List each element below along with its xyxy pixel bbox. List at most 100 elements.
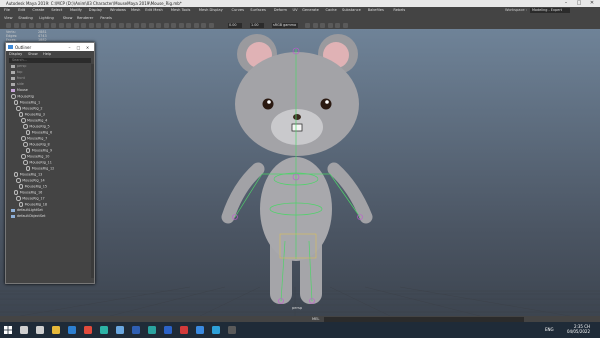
outliner-row[interactable]: MouseRig_10 bbox=[21, 154, 49, 160]
minimize-icon[interactable]: – bbox=[66, 45, 73, 50]
viewport-tool-button[interactable] bbox=[193, 22, 199, 28]
outliner-row[interactable]: side bbox=[11, 82, 24, 88]
menu-curves[interactable]: Curves bbox=[232, 8, 244, 12]
close-icon[interactable]: ✕ bbox=[84, 45, 91, 50]
viewport-tool-button[interactable] bbox=[88, 22, 94, 28]
outliner-row[interactable]: MouseRig_17 bbox=[16, 196, 45, 202]
windows-start-icon[interactable] bbox=[4, 326, 12, 334]
menu-display[interactable]: Display bbox=[9, 52, 22, 56]
outliner-row[interactable]: MouseRig_6 bbox=[25, 130, 52, 136]
viewport-tool-button[interactable] bbox=[28, 22, 34, 28]
viewport-tool-button[interactable] bbox=[73, 22, 79, 28]
panel-menu-panels[interactable]: Panels bbox=[100, 16, 112, 20]
system-clock[interactable]: 2:35 CH 04/05/2022 bbox=[567, 324, 590, 334]
menu-surfaces[interactable]: Surfaces bbox=[250, 8, 266, 12]
viewport-tool-button[interactable] bbox=[58, 22, 64, 28]
store-icon[interactable] bbox=[68, 326, 76, 334]
maximize-button[interactable]: □ bbox=[573, 0, 585, 7]
viewport-tool-button[interactable] bbox=[156, 22, 161, 28]
menu-select[interactable]: Select bbox=[51, 8, 62, 12]
chrome-icon[interactable] bbox=[84, 326, 92, 334]
outliner-row[interactable]: top bbox=[11, 70, 22, 76]
file-explorer-icon[interactable] bbox=[52, 326, 60, 334]
viewport-tool-button[interactable] bbox=[312, 22, 318, 28]
menu-uv[interactable]: UV bbox=[293, 8, 298, 12]
viewport-tool-button[interactable] bbox=[51, 22, 56, 28]
menu-create[interactable]: Create bbox=[32, 8, 44, 12]
outliner-row[interactable]: front bbox=[11, 76, 25, 82]
viewport-tool-button[interactable] bbox=[133, 22, 139, 28]
mail-icon[interactable] bbox=[116, 326, 124, 334]
panel-menu-view[interactable]: View bbox=[4, 16, 13, 20]
colorspace-dropdown[interactable]: sRGB gamma bbox=[272, 22, 298, 28]
menu-display[interactable]: Display bbox=[89, 8, 102, 12]
menu-rebels[interactable]: Rebels bbox=[393, 8, 405, 12]
viewport-tool-button[interactable] bbox=[178, 22, 184, 28]
menu-mesh-tools[interactable]: Mesh Tools bbox=[171, 8, 190, 12]
word-icon[interactable] bbox=[132, 326, 140, 334]
outliner-row[interactable]: Mouse bbox=[11, 88, 28, 94]
outliner-row[interactable]: MouseRig_12 bbox=[25, 166, 54, 172]
outliner-row[interactable]: MouseRig_4 bbox=[21, 118, 47, 124]
exposure-field[interactable]: 1.00 bbox=[250, 22, 264, 28]
workspace-dropdown[interactable]: Modeling - Expert bbox=[530, 7, 570, 13]
menu-edit[interactable]: Edit bbox=[18, 8, 25, 12]
app-icon[interactable] bbox=[228, 326, 236, 334]
outliner-row[interactable]: MouseRig_3 bbox=[18, 112, 45, 118]
panel-menu-renderer[interactable]: Renderer bbox=[77, 16, 93, 20]
viewport-tool-button[interactable] bbox=[13, 22, 19, 28]
viewport-tool-button[interactable] bbox=[6, 22, 11, 28]
viewport-tool-button[interactable] bbox=[43, 22, 49, 28]
viewport-tool-button[interactable] bbox=[201, 22, 206, 28]
outliner-row[interactable]: defaultLightSet bbox=[11, 208, 43, 214]
language-indicator[interactable]: ENG bbox=[545, 327, 554, 332]
media-icon[interactable] bbox=[180, 326, 188, 334]
outliner-scrollbar[interactable] bbox=[91, 64, 94, 278]
zalo-icon[interactable] bbox=[196, 326, 204, 334]
outliner-row[interactable]: MouseRig_16 bbox=[13, 190, 42, 196]
outliner-row[interactable]: MouseRig_7 bbox=[21, 136, 47, 142]
viewport-tool-button[interactable] bbox=[141, 22, 146, 28]
menu-show[interactable]: Show bbox=[28, 52, 38, 56]
outliner-row[interactable]: MouseRig_15 bbox=[18, 184, 47, 190]
menu-help[interactable]: Help bbox=[43, 52, 51, 56]
edge-icon[interactable] bbox=[100, 326, 108, 334]
outliner-row[interactable]: MouseRig_2 bbox=[16, 106, 43, 112]
mel-input[interactable] bbox=[324, 316, 524, 322]
menu-generate[interactable]: Generate bbox=[302, 8, 319, 12]
minimize-button[interactable]: – bbox=[560, 0, 572, 7]
viewport-tool-button[interactable] bbox=[342, 22, 348, 28]
menu-substance[interactable]: Substance bbox=[342, 8, 361, 12]
viewport-tool-button[interactable] bbox=[186, 22, 191, 28]
outliner-row[interactable]: MouseRig_8 bbox=[23, 142, 50, 148]
outliner-row[interactable]: MouseRig_5 bbox=[23, 124, 50, 130]
outliner-row[interactable]: MouseRig bbox=[11, 94, 34, 100]
menu-deform[interactable]: Deform bbox=[274, 8, 287, 12]
outliner-row[interactable]: MouseRig_11 bbox=[23, 160, 52, 166]
near-clip-field[interactable]: 0.00 bbox=[228, 22, 242, 28]
outliner-row[interactable]: MouseRig_18 bbox=[18, 202, 47, 208]
viewport-tool-button[interactable] bbox=[103, 22, 109, 28]
close-button[interactable]: ✕ bbox=[586, 0, 598, 7]
menu-windows[interactable]: Windows bbox=[110, 8, 126, 12]
outliner-title-bar[interactable]: Outliner – □ ✕ bbox=[6, 43, 94, 51]
outliner-search-input[interactable]: Search... bbox=[9, 58, 91, 63]
menu-modify[interactable]: Modify bbox=[70, 8, 82, 12]
maya-icon[interactable] bbox=[148, 326, 156, 334]
menu-edit-mesh[interactable]: Edit Mesh bbox=[145, 8, 163, 12]
viewport-tool-button[interactable] bbox=[66, 22, 71, 28]
viewport-tool-button[interactable] bbox=[148, 22, 154, 28]
search-icon[interactable] bbox=[20, 326, 28, 334]
viewport-tool-button[interactable] bbox=[327, 22, 333, 28]
outliner-row[interactable]: MouseRig_14 bbox=[16, 178, 45, 184]
viewport-tool-button[interactable] bbox=[96, 22, 101, 28]
task-view-icon[interactable] bbox=[36, 326, 44, 334]
outliner-row[interactable]: persp bbox=[11, 64, 26, 70]
outliner-row[interactable]: MouseRig_1 bbox=[13, 100, 40, 106]
menu-file[interactable]: File bbox=[4, 8, 10, 12]
maximize-icon[interactable]: □ bbox=[75, 45, 82, 50]
panel-menu-show[interactable]: Show bbox=[63, 16, 73, 20]
outliner-row[interactable]: MouseRig_13 bbox=[13, 172, 42, 178]
viewport-tool-button[interactable] bbox=[21, 22, 26, 28]
panel-menu-lighting[interactable]: Lighting bbox=[39, 16, 54, 20]
